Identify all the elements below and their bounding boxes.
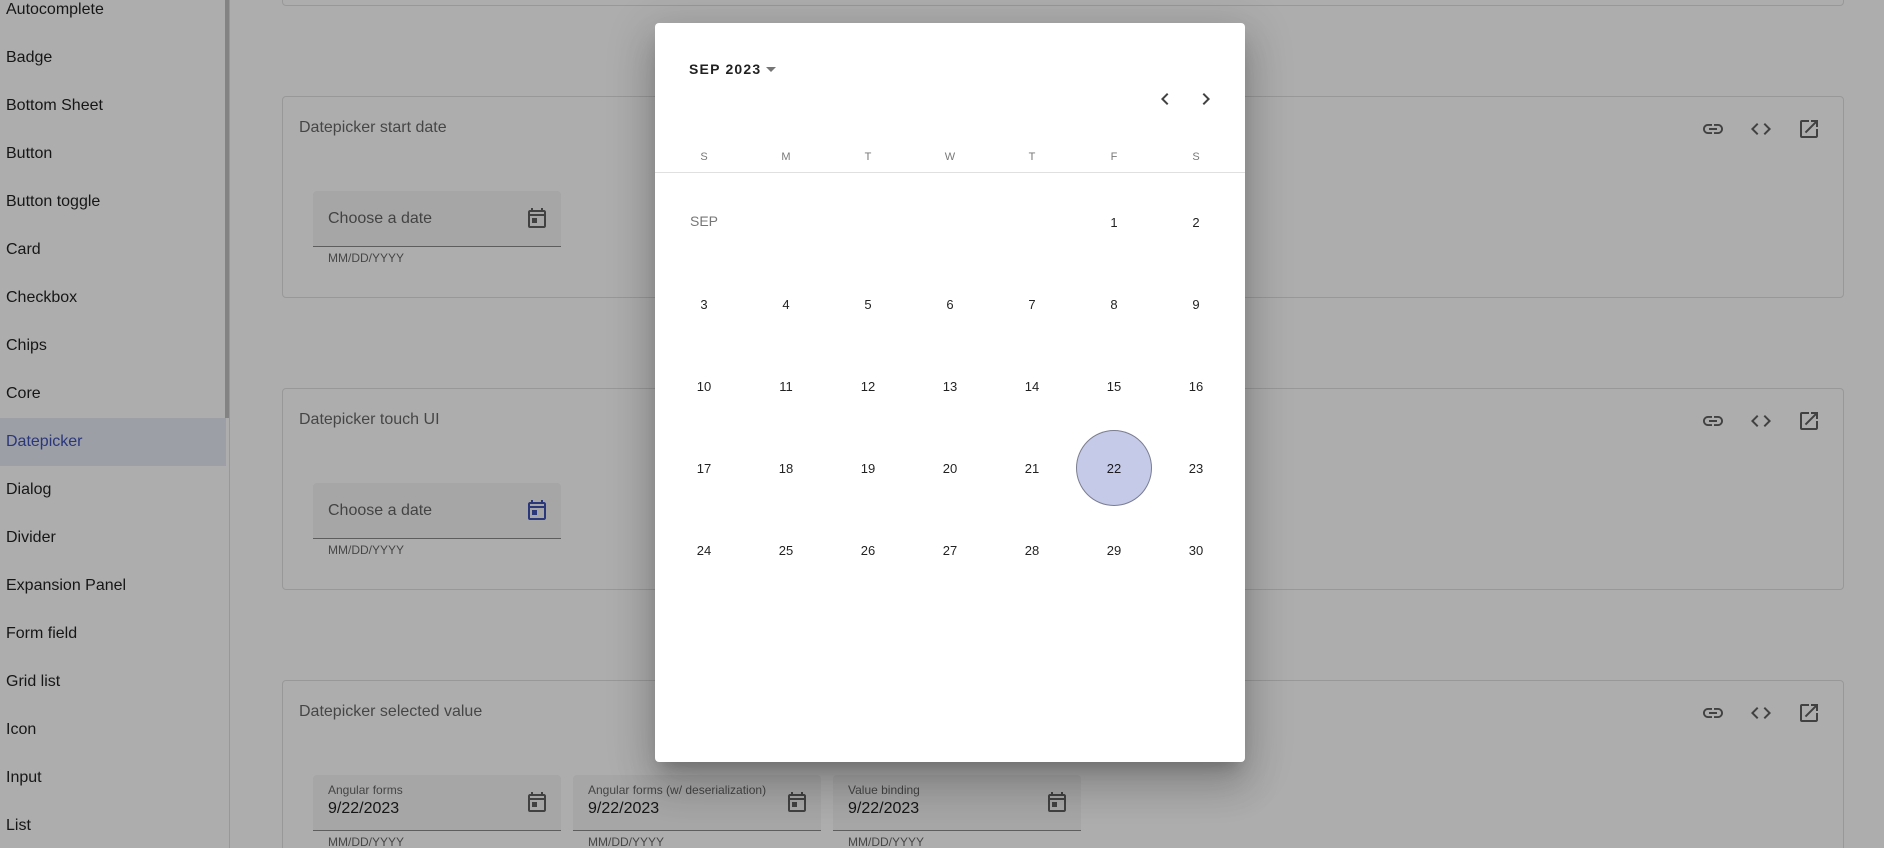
calendar-day[interactable]: 8 bbox=[1076, 266, 1152, 342]
calendar-day[interactable]: 29 bbox=[1076, 512, 1152, 588]
calendar-day[interactable]: 6 bbox=[912, 266, 988, 342]
datepicker-dialog: SEP 2023 S M T W T F S SEP 1 2 3 4 5 6 7 8 9 10 11… bbox=[655, 23, 1245, 762]
calendar-header: SEP 2023 bbox=[655, 23, 1245, 133]
calendar-day[interactable]: 7 bbox=[994, 266, 1070, 342]
weekday-header: S M T W T F S bbox=[663, 151, 1237, 163]
calendar-day[interactable]: 3 bbox=[666, 266, 742, 342]
calendar-day[interactable]: 23 bbox=[1158, 430, 1234, 506]
calendar-header-divider bbox=[655, 172, 1245, 173]
calendar-day[interactable]: 28 bbox=[994, 512, 1070, 588]
calendar-day[interactable]: 21 bbox=[994, 430, 1070, 506]
calendar-day[interactable]: 26 bbox=[830, 512, 906, 588]
calendar-day[interactable]: 24 bbox=[666, 512, 742, 588]
weekday-label: S bbox=[1192, 151, 1200, 163]
month-label: SEP bbox=[690, 213, 719, 229]
calendar-day[interactable]: 19 bbox=[830, 430, 906, 506]
calendar-day[interactable]: 30 bbox=[1158, 512, 1234, 588]
previous-month-button[interactable] bbox=[1145, 79, 1185, 119]
weekday-label: M bbox=[781, 151, 791, 163]
weekday-label: T bbox=[1028, 151, 1036, 163]
calendar-day[interactable]: 5 bbox=[830, 266, 906, 342]
period-label: SEP 2023 bbox=[689, 61, 762, 77]
calendar-day[interactable]: 10 bbox=[666, 348, 742, 424]
next-month-button[interactable] bbox=[1186, 79, 1226, 119]
calendar-day[interactable]: 16 bbox=[1158, 348, 1234, 424]
calendar-day[interactable]: 12 bbox=[830, 348, 906, 424]
calendar-day[interactable]: 15 bbox=[1076, 348, 1152, 424]
calendar-day[interactable]: 2 bbox=[1158, 184, 1234, 260]
weekday-label: S bbox=[700, 151, 708, 163]
caret-down-icon bbox=[766, 66, 777, 72]
calendar-day[interactable]: 20 bbox=[912, 430, 988, 506]
period-button[interactable]: SEP 2023 bbox=[689, 35, 777, 103]
calendar-day[interactable]: 13 bbox=[912, 348, 988, 424]
calendar-day-selected[interactable]: 22 bbox=[1076, 430, 1152, 506]
weekday-label: T bbox=[864, 151, 872, 163]
weekday-label: F bbox=[1110, 151, 1118, 163]
calendar-day[interactable]: 14 bbox=[994, 348, 1070, 424]
weekday-label: W bbox=[944, 151, 956, 163]
calendar-day[interactable]: 11 bbox=[748, 348, 824, 424]
calendar-day[interactable]: 17 bbox=[666, 430, 742, 506]
calendar-day[interactable]: 27 bbox=[912, 512, 988, 588]
chevron-right-icon bbox=[1202, 93, 1210, 105]
calendar-day[interactable]: 9 bbox=[1158, 266, 1234, 342]
chevron-left-icon bbox=[1161, 93, 1169, 105]
calendar-day[interactable]: 1 bbox=[1076, 184, 1152, 260]
calendar-day[interactable]: 18 bbox=[748, 430, 824, 506]
calendar-day[interactable]: 4 bbox=[748, 266, 824, 342]
calendar-day[interactable]: 25 bbox=[748, 512, 824, 588]
